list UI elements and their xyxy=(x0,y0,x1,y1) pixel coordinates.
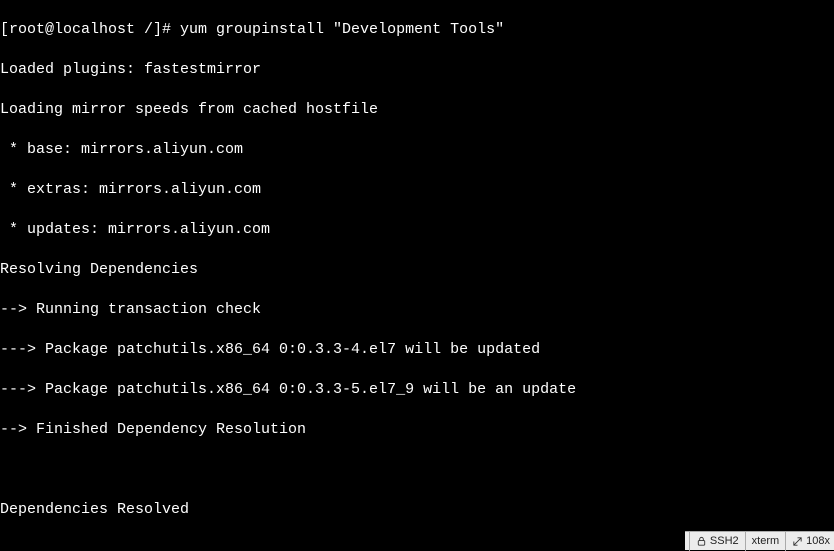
output-line: Loaded plugins: fastestmirror xyxy=(0,60,834,80)
blank-line xyxy=(0,460,834,480)
output-line: Loading mirror speeds from cached hostfi… xyxy=(0,100,834,120)
status-term: xterm xyxy=(745,531,780,551)
output-line: * extras: mirrors.aliyun.com xyxy=(0,180,834,200)
status-size: 108x xyxy=(785,531,830,551)
output-line: --> Running transaction check xyxy=(0,300,834,320)
lock-icon xyxy=(696,536,707,547)
status-ssh: SSH2 xyxy=(689,531,739,551)
resize-icon xyxy=(792,536,803,547)
output-line: ---> Package patchutils.x86_64 0:0.3.3-5… xyxy=(0,380,834,400)
status-size-label: 108x xyxy=(806,531,830,551)
output-line: Resolving Dependencies xyxy=(0,260,834,280)
output-line: ---> Package patchutils.x86_64 0:0.3.3-4… xyxy=(0,340,834,360)
output-line: Dependencies Resolved xyxy=(0,500,834,520)
prompt-line: [root@localhost /]# yum groupinstall "De… xyxy=(0,20,834,40)
shell-prompt: [root@localhost /]# xyxy=(0,21,180,38)
output-line: --> Finished Dependency Resolution xyxy=(0,420,834,440)
command-text: yum groupinstall "Development Tools" xyxy=(180,21,504,38)
status-ssh-label: SSH2 xyxy=(710,531,739,551)
output-line: * base: mirrors.aliyun.com xyxy=(0,140,834,160)
output-line: * updates: mirrors.aliyun.com xyxy=(0,220,834,240)
status-bar: SSH2 xterm 108x xyxy=(685,531,834,550)
terminal-output[interactable]: [root@localhost /]# yum groupinstall "De… xyxy=(0,0,834,531)
